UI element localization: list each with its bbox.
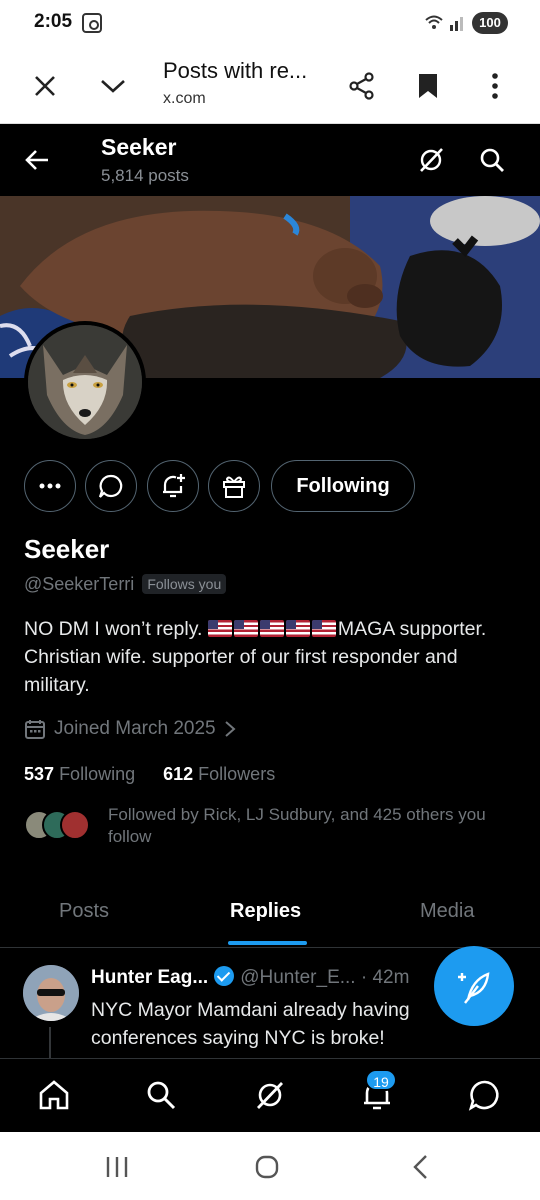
us-flags-emoji bbox=[207, 618, 338, 640]
recent-apps-button[interactable] bbox=[102, 1152, 132, 1182]
followed-by-text: Followed by Rick, LJ Sudbury, and 425 ot… bbox=[108, 805, 486, 846]
post-author-handle[interactable]: @Hunter_E... bbox=[240, 967, 355, 988]
profile-display-name: Seeker bbox=[24, 534, 110, 564]
home-icon bbox=[39, 1080, 69, 1110]
following-label: Following bbox=[59, 764, 136, 784]
screen-record-icon bbox=[82, 13, 102, 33]
back-chevron-icon bbox=[413, 1155, 427, 1179]
subscribe-notifications-button[interactable] bbox=[147, 460, 199, 512]
active-tab-indicator bbox=[228, 941, 307, 945]
follows-you-badge: Follows you bbox=[142, 574, 227, 594]
post-time: · 42m bbox=[360, 967, 410, 988]
more-actions-button[interactable] bbox=[24, 460, 76, 512]
profile-page: Seeker 5,814 posts Following Seeker @See… bbox=[0, 124, 540, 1132]
search-icon bbox=[480, 148, 504, 172]
profile-handle: @SeekerTerri bbox=[24, 573, 135, 594]
search-button[interactable] bbox=[474, 142, 510, 178]
more-vertical-icon bbox=[492, 73, 498, 99]
bookmark-icon bbox=[419, 74, 437, 98]
bottom-navigation: 19 bbox=[0, 1058, 540, 1132]
follow-stats: 537 Following 612 Followers bbox=[24, 764, 275, 785]
following-button[interactable]: Following bbox=[271, 460, 415, 512]
profile-actions: Following bbox=[0, 460, 540, 512]
tab-media[interactable]: Media bbox=[420, 900, 474, 923]
profile-bio: NO DM I won’t reply. MAGA supporter. Chr… bbox=[24, 615, 504, 699]
profile-top-bar: Seeker 5,814 posts bbox=[0, 124, 540, 196]
notification-badge: 19 bbox=[365, 1069, 397, 1091]
arrow-left-icon bbox=[25, 150, 48, 170]
status-bar: 2:05 100 bbox=[0, 0, 540, 48]
bookmark-button[interactable] bbox=[408, 66, 448, 106]
more-horizontal-icon bbox=[39, 483, 61, 489]
back-button[interactable] bbox=[20, 142, 56, 178]
profile-handle-row: @SeekerTerri Follows you bbox=[24, 572, 227, 596]
share-button[interactable] bbox=[342, 66, 382, 106]
close-icon bbox=[35, 76, 55, 96]
followers-count: 612 bbox=[163, 764, 194, 784]
back-system-button[interactable] bbox=[405, 1152, 435, 1182]
tab-replies[interactable]: Replies bbox=[230, 900, 301, 923]
home-system-button[interactable] bbox=[252, 1152, 282, 1182]
tab-posts[interactable]: Posts bbox=[59, 900, 109, 923]
close-tab-button[interactable] bbox=[25, 66, 65, 106]
profile-tabs: Posts Replies Media bbox=[0, 884, 540, 948]
status-time: 2:05 bbox=[34, 11, 73, 32]
following-stat[interactable]: 537 Following bbox=[24, 764, 135, 785]
compose-post-button[interactable] bbox=[434, 946, 514, 1026]
message-bubble-icon bbox=[468, 1080, 499, 1111]
system-navigation-bar bbox=[0, 1132, 540, 1200]
verified-badge-icon bbox=[214, 966, 235, 986]
battery-indicator: 100 bbox=[472, 12, 508, 34]
joined-date: Joined March 2025 bbox=[54, 718, 216, 739]
message-button[interactable] bbox=[85, 460, 137, 512]
compose-feather-icon bbox=[458, 972, 490, 1004]
bell-plus-icon bbox=[163, 474, 185, 498]
calendar-icon bbox=[25, 720, 45, 739]
page-url: x.com bbox=[163, 90, 206, 107]
header-post-count: 5,814 posts bbox=[101, 166, 189, 185]
search-icon bbox=[147, 1081, 176, 1110]
share-icon bbox=[349, 72, 374, 100]
wifi-signal-icon bbox=[424, 14, 466, 36]
message-bubble-icon bbox=[98, 474, 123, 498]
chevron-down-icon bbox=[101, 80, 125, 93]
browser-toolbar: Posts with re... x.com bbox=[0, 48, 540, 124]
post-header: Hunter Eag... @Hunter_E... · 42m bbox=[91, 966, 409, 989]
nav-grok[interactable] bbox=[250, 1075, 290, 1115]
nav-messages[interactable] bbox=[465, 1075, 505, 1115]
followers-stat[interactable]: 612 Followers bbox=[163, 764, 275, 785]
gift-icon bbox=[223, 476, 245, 498]
bio-text-start: NO DM I won’t reply. bbox=[24, 618, 203, 640]
grok-icon bbox=[420, 148, 443, 172]
profile-avatar[interactable] bbox=[24, 321, 146, 443]
post-author-name[interactable]: Hunter Eag... bbox=[91, 967, 208, 988]
followed-by-row[interactable]: Followed by Rick, LJ Sudbury, and 425 ot… bbox=[24, 804, 514, 852]
page-title: Posts with re... bbox=[163, 58, 308, 83]
nav-home[interactable] bbox=[34, 1075, 74, 1115]
header-profile-name: Seeker bbox=[101, 134, 177, 160]
chevron-right-icon bbox=[224, 721, 236, 737]
grok-button[interactable] bbox=[413, 142, 449, 178]
followers-label: Followers bbox=[198, 764, 276, 784]
joined-date-row[interactable]: Joined March 2025 bbox=[24, 716, 236, 742]
gift-button[interactable] bbox=[208, 460, 260, 512]
follower-avatar bbox=[60, 810, 90, 840]
following-count: 537 bbox=[24, 764, 55, 784]
post-author-avatar[interactable] bbox=[23, 965, 79, 1021]
more-options-button[interactable] bbox=[475, 66, 515, 106]
expand-button[interactable] bbox=[93, 66, 133, 106]
home-circle-icon bbox=[255, 1155, 279, 1179]
recent-apps-icon bbox=[106, 1157, 128, 1177]
nav-search[interactable] bbox=[141, 1075, 181, 1115]
grok-icon bbox=[256, 1082, 284, 1109]
